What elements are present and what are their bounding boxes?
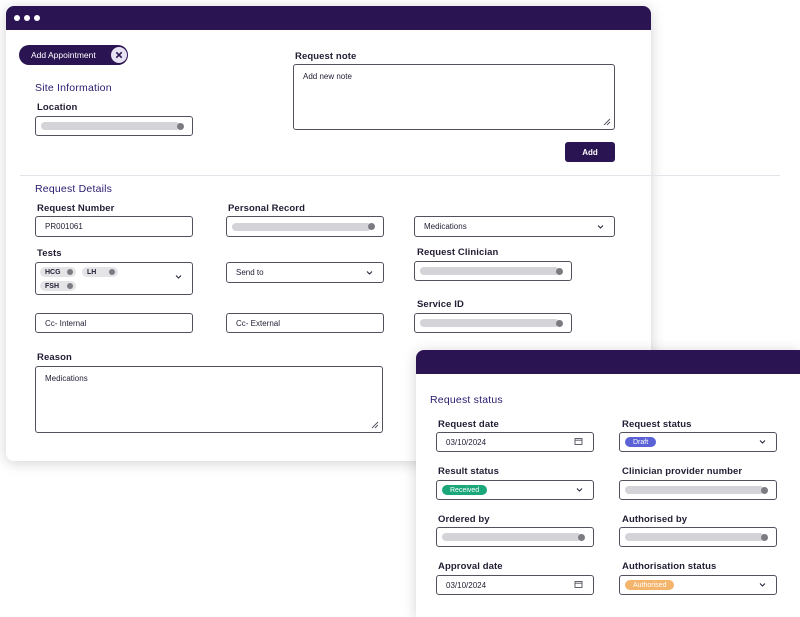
- reason-label: Reason: [37, 352, 72, 363]
- chevron-down-icon: [174, 272, 183, 281]
- clear-icon[interactable]: [556, 267, 563, 275]
- request-details-title: Request Details: [35, 183, 113, 195]
- add-appointment-label: Add Appointment: [31, 50, 96, 60]
- calendar-icon[interactable]: [574, 437, 583, 446]
- authorised-by-field[interactable]: [619, 527, 777, 547]
- test-chip[interactable]: HCG: [40, 267, 76, 277]
- window-dot-icon[interactable]: [24, 15, 30, 21]
- window-titlebar: [416, 350, 800, 374]
- draft-badge: Draft: [625, 437, 657, 447]
- authorisation-status-select[interactable]: Authorised: [619, 575, 777, 595]
- service-id-field[interactable]: [414, 313, 572, 333]
- approval-date-label: Approval date: [438, 561, 503, 572]
- test-chip-label: HCG: [45, 268, 61, 276]
- clear-icon[interactable]: [578, 533, 585, 541]
- request-status-select[interactable]: Draft: [619, 432, 777, 452]
- request-date-label: Request date: [438, 419, 499, 430]
- send-to-value: Send to: [236, 268, 264, 277]
- request-note-textarea[interactable]: Add new note: [293, 64, 615, 130]
- request-date-input[interactable]: 03/10/2024: [436, 432, 594, 452]
- request-status-label: Request status: [622, 419, 692, 430]
- test-chip[interactable]: FSH: [40, 281, 76, 291]
- chevron-down-icon: [758, 437, 767, 446]
- clear-icon[interactable]: [761, 533, 768, 541]
- site-information-title: Site Information: [35, 82, 112, 94]
- calendar-icon[interactable]: [574, 580, 583, 589]
- chevron-down-icon: [758, 580, 767, 589]
- redacted-value: [442, 533, 581, 541]
- result-status-select[interactable]: Received: [436, 480, 594, 500]
- medications-select[interactable]: Medications: [414, 216, 615, 237]
- chevron-down-icon: [575, 485, 584, 494]
- request-clinician-label: Request Clinician: [417, 247, 499, 258]
- request-number-input[interactable]: PR001061: [35, 216, 193, 237]
- clear-icon[interactable]: [368, 223, 375, 230]
- resize-handle-icon[interactable]: [603, 118, 611, 126]
- chevron-down-icon: [365, 268, 374, 277]
- tests-label: Tests: [37, 248, 62, 259]
- clear-icon[interactable]: [761, 486, 768, 494]
- medications-value: Medications: [424, 222, 467, 231]
- ordered-by-field[interactable]: [436, 527, 594, 547]
- service-id-label: Service ID: [417, 299, 464, 310]
- section-divider: [20, 175, 780, 176]
- window-titlebar: [6, 6, 651, 30]
- request-number-label: Request Number: [37, 203, 115, 214]
- cc-external-input[interactable]: Cc- External: [226, 313, 384, 333]
- window-dot-icon[interactable]: [34, 15, 40, 21]
- chevron-down-icon: [596, 222, 605, 231]
- clinician-provider-label: Clinician provider number: [622, 466, 743, 477]
- authorisation-status-label: Authorisation status: [622, 561, 717, 572]
- add-note-button[interactable]: Add: [565, 142, 615, 162]
- personal-record-field[interactable]: [226, 216, 384, 237]
- authorised-badge: Authorised: [625, 580, 675, 590]
- request-status-title: Request status: [430, 394, 503, 406]
- request-note-label: Request note: [295, 51, 357, 62]
- redacted-value: [625, 533, 764, 541]
- redacted-value: [625, 486, 764, 494]
- add-appointment-chip[interactable]: Add Appointment: [19, 45, 128, 65]
- clear-icon[interactable]: [67, 283, 73, 289]
- clear-icon[interactable]: [177, 122, 184, 130]
- cc-internal-value: Cc- Internal: [45, 318, 87, 328]
- test-chip-label: LH: [87, 268, 97, 276]
- redacted-value: [420, 319, 559, 327]
- redacted-value: [420, 267, 559, 275]
- location-label: Location: [37, 102, 78, 113]
- test-chip-label: FSH: [45, 282, 59, 290]
- window-dot-icon[interactable]: [14, 15, 20, 21]
- close-icon[interactable]: [111, 47, 127, 63]
- cc-external-value: Cc- External: [236, 318, 281, 328]
- approval-date-value: 03/10/2024: [446, 580, 487, 590]
- tests-multiselect[interactable]: HCG LH FSH: [35, 262, 193, 295]
- send-to-select[interactable]: Send to: [226, 262, 384, 283]
- request-date-value: 03/10/2024: [446, 437, 487, 447]
- test-chip[interactable]: LH: [82, 267, 118, 277]
- clear-icon[interactable]: [109, 269, 115, 275]
- request-number-value: PR001061: [45, 222, 83, 231]
- redacted-value: [41, 122, 180, 130]
- personal-record-label: Personal Record: [228, 203, 305, 214]
- clear-icon[interactable]: [556, 319, 563, 327]
- resize-handle-icon[interactable]: [371, 421, 379, 429]
- ordered-by-label: Ordered by: [438, 514, 490, 525]
- cc-internal-input[interactable]: Cc- Internal: [35, 313, 193, 333]
- request-note-placeholder: Add new note: [303, 72, 352, 81]
- result-status-label: Result status: [438, 466, 499, 477]
- reason-value: Medications: [45, 374, 88, 383]
- request-clinician-field[interactable]: [414, 261, 572, 281]
- clear-icon[interactable]: [67, 269, 73, 275]
- clinician-provider-field[interactable]: [619, 480, 777, 500]
- reason-textarea[interactable]: Medications: [35, 366, 383, 433]
- received-badge: Received: [442, 485, 488, 495]
- redacted-value: [232, 222, 371, 231]
- approval-date-input[interactable]: 03/10/2024: [436, 575, 594, 595]
- location-field[interactable]: [35, 116, 193, 136]
- authorised-by-label: Authorised by: [622, 514, 688, 525]
